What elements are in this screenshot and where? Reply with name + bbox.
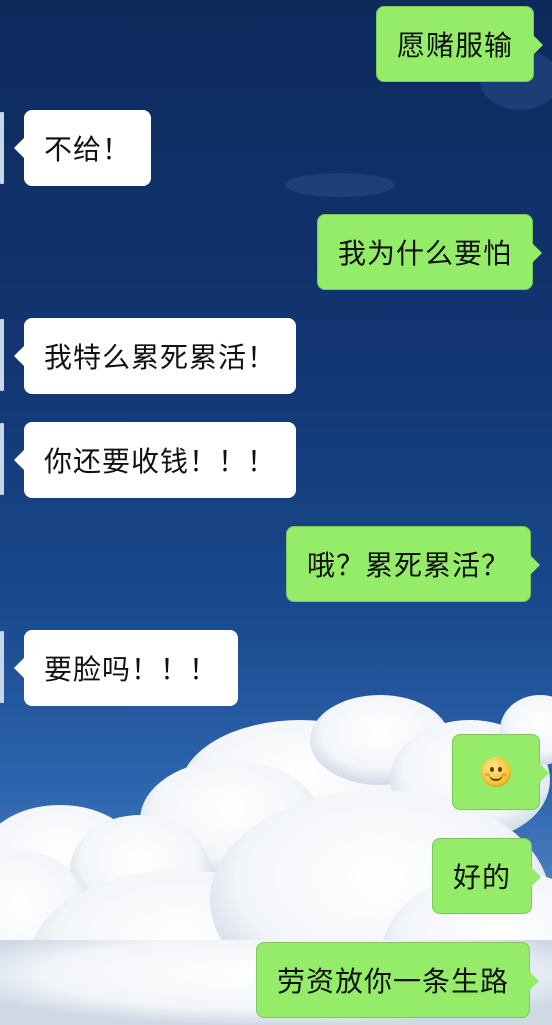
message-text: 不给！ <box>44 133 132 166</box>
message-bubble-incoming[interactable]: 你还要收钱！！！ <box>13 422 297 498</box>
message-text: 愿赌服输 <box>397 29 514 62</box>
message-text: 好的 <box>453 861 512 894</box>
message-bubble-outgoing[interactable]: 哦？累死累活？ <box>286 526 541 602</box>
message-text: 哦？累死累活？ <box>307 549 511 582</box>
avatar <box>0 319 4 391</box>
message-bubble-outgoing[interactable]: 劳资放你一条生路 <box>256 942 540 1018</box>
message-bubble-outgoing[interactable] <box>452 734 549 810</box>
message-bubble-incoming[interactable]: 要脸吗！！！ <box>13 630 239 706</box>
message-bubble-outgoing[interactable]: 我为什么要怕 <box>317 214 543 290</box>
chat-screen: { "chat": { "messages": [ {"id": "m1", "… <box>0 0 552 1025</box>
avatar <box>0 112 4 184</box>
message-text: 我特么累死累活！ <box>44 341 277 374</box>
message-bubble-outgoing[interactable]: 愿赌服输 <box>376 6 544 82</box>
avatar <box>0 423 4 495</box>
message-text: 我为什么要怕 <box>338 237 513 270</box>
message-text: 你还要收钱！！！ <box>44 445 277 478</box>
message-text: 要脸吗！！！ <box>44 653 219 686</box>
message-bubble-incoming[interactable]: 不给！ <box>13 110 152 186</box>
smile-emoji-icon <box>481 757 511 787</box>
message-bubble-incoming[interactable]: 我特么累死累活！ <box>13 318 297 394</box>
message-bubble-outgoing[interactable]: 好的 <box>432 838 542 914</box>
avatar <box>0 631 4 703</box>
message-text: 劳资放你一条生路 <box>277 965 510 998</box>
